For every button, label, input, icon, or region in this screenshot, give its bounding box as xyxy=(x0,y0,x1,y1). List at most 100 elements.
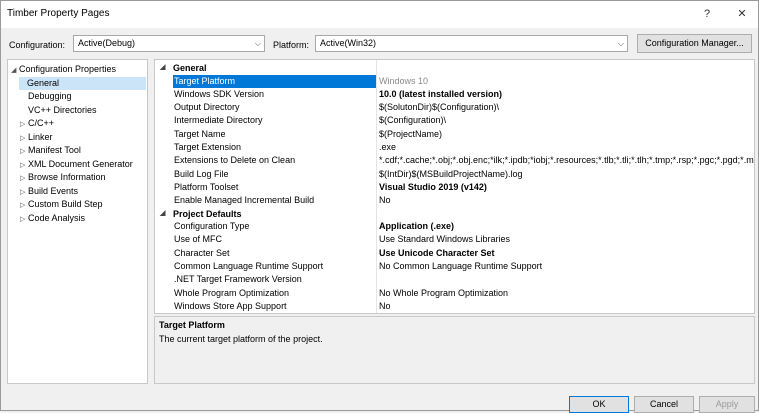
property-value[interactable]: $(ProjectName) xyxy=(379,128,754,141)
expand-arrow-icon[interactable]: ▷ xyxy=(20,186,28,199)
tree-item-label: VC++ Directories xyxy=(28,104,97,115)
window-title: Timber Property Pages xyxy=(7,8,110,19)
property-name: Common Language Runtime Support xyxy=(174,260,324,271)
platform-dropdown[interactable]: Active(Win32) ⌵ xyxy=(315,35,628,52)
property-row[interactable]: Enable Managed Incremental Build No xyxy=(155,194,754,207)
category-title: General xyxy=(173,63,207,73)
expand-arrow-icon[interactable]: ▷ xyxy=(20,145,28,158)
tree-item-vc-directories[interactable]: VC++ Directories xyxy=(20,104,97,117)
property-value[interactable]: Use Standard Windows Libraries xyxy=(379,233,754,246)
expand-arrow-icon[interactable]: ▷ xyxy=(20,132,28,145)
tree-item-label: Code Analysis xyxy=(28,212,86,223)
property-tree[interactable]: ◢ Configuration Properties General Debuggin… xyxy=(7,59,148,384)
expand-arrow-icon[interactable]: ▷ xyxy=(20,159,28,172)
tree-item-label: Linker xyxy=(28,131,53,142)
tree-item-label: C/C++ xyxy=(28,118,55,128)
tree-item-label: General xyxy=(27,77,60,88)
property-row[interactable]: Build Log File $(IntDir)$(MSBuildProjectN… xyxy=(155,168,754,181)
property-value[interactable]: Application (.exe) xyxy=(379,220,754,233)
chevron-down-icon: ⌵ xyxy=(617,39,624,48)
configuration-value: Active(Debug) xyxy=(78,38,136,48)
tree-item-label: Custom Build Step xyxy=(28,199,103,209)
property-value[interactable]: Visual Studio 2019 (v142) xyxy=(379,181,754,194)
tree-item-browse-information[interactable]: ▷ Browse Information xyxy=(20,171,106,184)
configuration-dropdown[interactable]: Active(Debug) ⌵ xyxy=(73,35,265,52)
collapse-arrow-icon[interactable]: ◢ xyxy=(11,64,19,77)
configuration-label: Configuration: xyxy=(9,40,66,50)
category-project-defaults[interactable]: ◢ Project Defaults xyxy=(155,208,754,220)
tree-item-build-events[interactable]: ▷ Build Events xyxy=(20,185,78,198)
property-row[interactable]: Target Platform Windows 10 xyxy=(155,74,754,88)
expand-arrow-icon[interactable]: ▷ xyxy=(20,172,28,185)
property-value[interactable]: No xyxy=(379,194,754,207)
property-value[interactable]: No Whole Program Optimization xyxy=(379,287,754,300)
configuration-manager-button[interactable]: Configuration Manager... xyxy=(637,34,752,53)
property-value[interactable]: Use Unicode Character Set xyxy=(379,247,754,260)
expand-arrow-icon[interactable]: ▷ xyxy=(20,213,28,226)
expand-arrow-icon[interactable]: ▷ xyxy=(20,199,28,212)
property-row[interactable]: .NET Target Framework Version xyxy=(155,273,754,286)
category-general[interactable]: ◢ General xyxy=(155,62,754,74)
property-name: Target Extension xyxy=(174,142,242,152)
property-name: Windows Store App Support xyxy=(174,300,287,311)
property-pages-dialog: Timber Property Pages ? ✕ Configuration:… xyxy=(0,0,759,413)
property-value[interactable]: No xyxy=(379,300,754,313)
tree-item-configuration-properties[interactable]: ◢ Configuration Properties xyxy=(11,63,116,76)
property-row[interactable]: Character Set Use Unicode Character Set xyxy=(155,247,754,260)
property-row[interactable]: Whole Program Optimization No Whole Progr… xyxy=(155,287,754,300)
property-name: .NET Target Framework Version xyxy=(174,274,302,285)
property-name: Use of MFC xyxy=(174,234,223,245)
apply-button[interactable]: Apply xyxy=(699,396,755,413)
property-value[interactable]: 10.0 (latest installed version) xyxy=(379,88,754,101)
chevron-down-icon: ⌵ xyxy=(254,39,261,48)
property-value[interactable]: $(SolutonDir)$(Configuration)\ xyxy=(379,101,754,114)
property-name: Character Set xyxy=(174,247,230,258)
property-grid[interactable]: ◢ General Target Platform Windows 10 Windows… xyxy=(154,59,755,314)
help-button[interactable]: ? xyxy=(694,4,720,24)
property-row[interactable]: Use of MFC Use Standard Windows Libraries xyxy=(155,233,754,246)
tree-item-code-analysis[interactable]: ▷ Code Analysis xyxy=(20,212,85,225)
property-row[interactable]: Extensions to Delete on Clean *.cdf;*.cac… xyxy=(155,154,754,167)
tree-item-c-c[interactable]: ▷ C/C++ xyxy=(20,117,54,130)
ok-button[interactable]: OK xyxy=(569,396,629,413)
property-row[interactable]: Windows SDK Version 10.0 (latest installe… xyxy=(155,88,754,101)
collapse-arrow-icon[interactable]: ◢ xyxy=(160,62,165,74)
property-row[interactable]: Output Directory $(SolutonDir)$(Configura… xyxy=(155,101,754,114)
cancel-button[interactable]: Cancel xyxy=(634,396,694,413)
property-name: Configuration Type xyxy=(174,221,250,231)
tree-item-custom-build-step[interactable]: ▷ Custom Build Step xyxy=(20,198,103,211)
tree-item-label: Manifest Tool xyxy=(28,145,81,155)
property-name: Whole Program Optimization xyxy=(174,287,290,298)
property-row[interactable]: Platform Toolset Visual Studio 2019 (v142… xyxy=(155,181,754,194)
description-text: The current target platform of the proje… xyxy=(159,334,323,344)
property-value[interactable]: $(IntDir)$(MSBuildProjectName).log xyxy=(379,168,754,181)
property-value[interactable]: .exe xyxy=(379,141,754,154)
property-value[interactable] xyxy=(379,273,754,286)
property-value[interactable]: $(Configuration)\ xyxy=(379,114,754,127)
property-name: Output Directory xyxy=(174,102,240,113)
configuration-row: Configuration: Active(Debug) ⌵ Platform:… xyxy=(1,34,758,56)
property-value[interactable]: *.cdf;*.cache;*.obj;*.obj.enc;*ilk;*.ipd… xyxy=(379,154,754,167)
collapse-arrow-icon[interactable]: ◢ xyxy=(160,208,165,220)
close-button[interactable]: ✕ xyxy=(729,4,755,24)
tree-item-debugging[interactable]: Debugging xyxy=(20,90,72,103)
property-value[interactable]: Windows 10 xyxy=(379,75,754,88)
expand-arrow-icon[interactable]: ▷ xyxy=(20,118,28,131)
property-row[interactable]: Windows Store App Support No xyxy=(155,300,754,313)
property-row[interactable]: Target Name $(ProjectName) xyxy=(155,128,754,141)
tree-item-linker[interactable]: ▷ Linker xyxy=(20,131,53,144)
property-row[interactable]: Configuration Type Application (.exe) xyxy=(155,220,754,233)
tree-item-label: Browse Information xyxy=(28,172,106,182)
property-row[interactable]: Intermediate Directory $(Configuration)\ xyxy=(155,114,754,127)
tree-item-xml-document-generator[interactable]: ▷ XML Document Generator xyxy=(20,158,133,171)
tree-item-manifest-tool[interactable]: ▷ Manifest Tool xyxy=(20,144,81,157)
property-row[interactable]: Target Extension .exe xyxy=(155,141,754,154)
property-row[interactable]: Common Language Runtime Support No Common… xyxy=(155,260,754,273)
property-name: Target Name xyxy=(174,128,226,139)
description-title: Target Platform xyxy=(159,320,225,330)
title-bar: Timber Property Pages ? ✕ xyxy=(1,1,758,28)
platform-value: Active(Win32) xyxy=(320,38,377,48)
tree-item-general[interactable]: General xyxy=(19,76,146,90)
property-value[interactable]: No Common Language Runtime Support xyxy=(379,260,754,273)
property-name: Enable Managed Incremental Build xyxy=(174,195,315,206)
